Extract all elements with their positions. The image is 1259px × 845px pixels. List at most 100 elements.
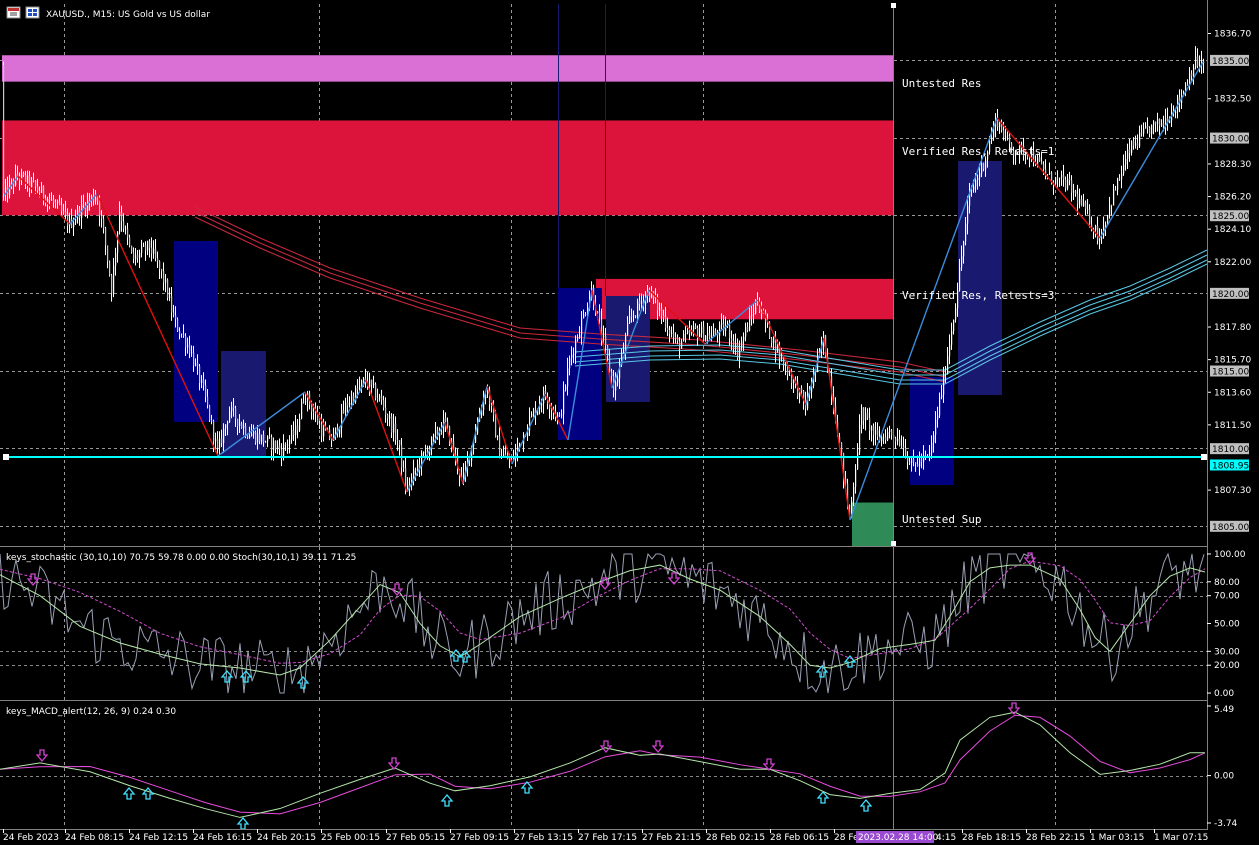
candle-body <box>669 329 671 334</box>
candle-body <box>1135 143 1137 146</box>
candle-body <box>1197 56 1199 66</box>
candle-body <box>877 429 879 437</box>
candle-body <box>1081 198 1083 207</box>
current-price-label: 1808.95 <box>1212 461 1249 471</box>
candle-body <box>743 336 745 341</box>
candle-body <box>55 202 57 204</box>
line-handle-left[interactable] <box>3 454 9 460</box>
candle-body <box>1097 226 1099 241</box>
candle-body <box>237 419 239 426</box>
candle-body <box>303 401 305 403</box>
candle-body <box>59 201 61 205</box>
candle-body <box>605 335 607 346</box>
candle-body <box>703 326 705 341</box>
candle-body <box>221 438 223 444</box>
candle-body <box>285 443 287 445</box>
stoch-tick-label: 70.00 <box>1214 592 1240 602</box>
candle-body <box>351 395 353 403</box>
candle-body <box>1009 135 1011 144</box>
candle-body <box>919 458 921 467</box>
chart-canvas[interactable]: XAUUSD., M15: US Gold vs US dollar Untes… <box>0 0 1259 845</box>
candle-body <box>753 313 755 315</box>
candle-body <box>395 423 397 440</box>
candle-body <box>687 330 689 334</box>
candle-body <box>881 436 883 442</box>
candle-body <box>673 332 675 338</box>
candle-body <box>259 433 261 442</box>
candle-body <box>315 412 317 414</box>
price-level-label: 1820.00 <box>1212 290 1249 300</box>
candle-body <box>319 423 321 425</box>
candle-body <box>983 162 985 170</box>
candle-body <box>1073 191 1075 193</box>
candle-body <box>913 459 915 463</box>
candle-body <box>61 204 63 212</box>
candle-body <box>1175 111 1177 113</box>
candle-body <box>1195 56 1197 68</box>
candle-body <box>235 408 237 420</box>
candle-body <box>953 319 955 332</box>
candle-body <box>929 453 931 455</box>
candle-body <box>557 414 559 418</box>
candle-body <box>505 454 507 456</box>
candle-body <box>611 371 613 377</box>
candle-body <box>95 197 97 201</box>
zone-verified-res-1-label: Verified Res, Retests=1 <box>902 145 1054 158</box>
candle-body <box>241 423 243 428</box>
candle-body <box>859 424 861 453</box>
candle-body <box>39 190 41 193</box>
candle-body <box>375 384 377 399</box>
candle-body <box>57 201 59 204</box>
candle-body <box>445 418 447 422</box>
candle-body <box>627 322 629 336</box>
candle-body <box>435 430 437 435</box>
menu-grid-icon[interactable] <box>25 6 40 19</box>
candle-body <box>289 439 291 445</box>
candle-body <box>713 330 715 336</box>
candle-body <box>1159 118 1161 126</box>
time-tick-label: 24 Feb 08:15 <box>65 833 124 843</box>
candle-body <box>959 267 961 291</box>
candle-body <box>575 339 577 354</box>
chart-window-icon[interactable] <box>6 6 21 19</box>
time-tick-label: 27 Feb 05:15 <box>386 833 445 843</box>
candle-body <box>665 316 667 328</box>
zone-verified-res-1 <box>2 120 893 216</box>
candle-body <box>729 324 731 339</box>
candle-body <box>695 325 697 329</box>
candle-body <box>563 389 565 415</box>
candle-body <box>1037 157 1039 165</box>
candle-body <box>201 379 203 384</box>
candle-body <box>297 425 299 431</box>
time-tick-label: 28 Feb 02:15 <box>706 833 765 843</box>
candle-body <box>139 252 141 259</box>
candle-body <box>385 407 387 415</box>
candle-body <box>405 467 407 488</box>
time-tick-label: 1 Mar 03:15 <box>1090 833 1144 843</box>
candle-body <box>757 302 759 304</box>
line-handle-right[interactable] <box>1201 454 1207 460</box>
candle-body <box>1143 128 1145 134</box>
vline-handle-top[interactable] <box>891 3 896 8</box>
candle-body <box>789 374 791 376</box>
candle-body <box>141 246 143 253</box>
candle-body <box>497 436 499 438</box>
candle-body <box>891 430 893 436</box>
candle-body <box>923 454 925 462</box>
candle-body <box>1115 189 1117 191</box>
candle-body <box>855 469 857 487</box>
candle-body <box>1117 178 1119 190</box>
candle-body <box>1055 177 1057 185</box>
candle-body <box>637 300 639 316</box>
candle-body <box>873 426 875 435</box>
candle-body <box>177 319 179 332</box>
candle-body <box>305 401 307 403</box>
candle-body <box>1087 209 1089 211</box>
candle-body <box>781 356 783 359</box>
candle-body <box>269 436 271 438</box>
stoch-tick-label: 30.00 <box>1214 647 1240 657</box>
candle-body <box>561 414 563 416</box>
vline-handle-bottom[interactable] <box>891 541 896 546</box>
candle-body <box>217 438 219 448</box>
candle-body <box>945 373 947 375</box>
